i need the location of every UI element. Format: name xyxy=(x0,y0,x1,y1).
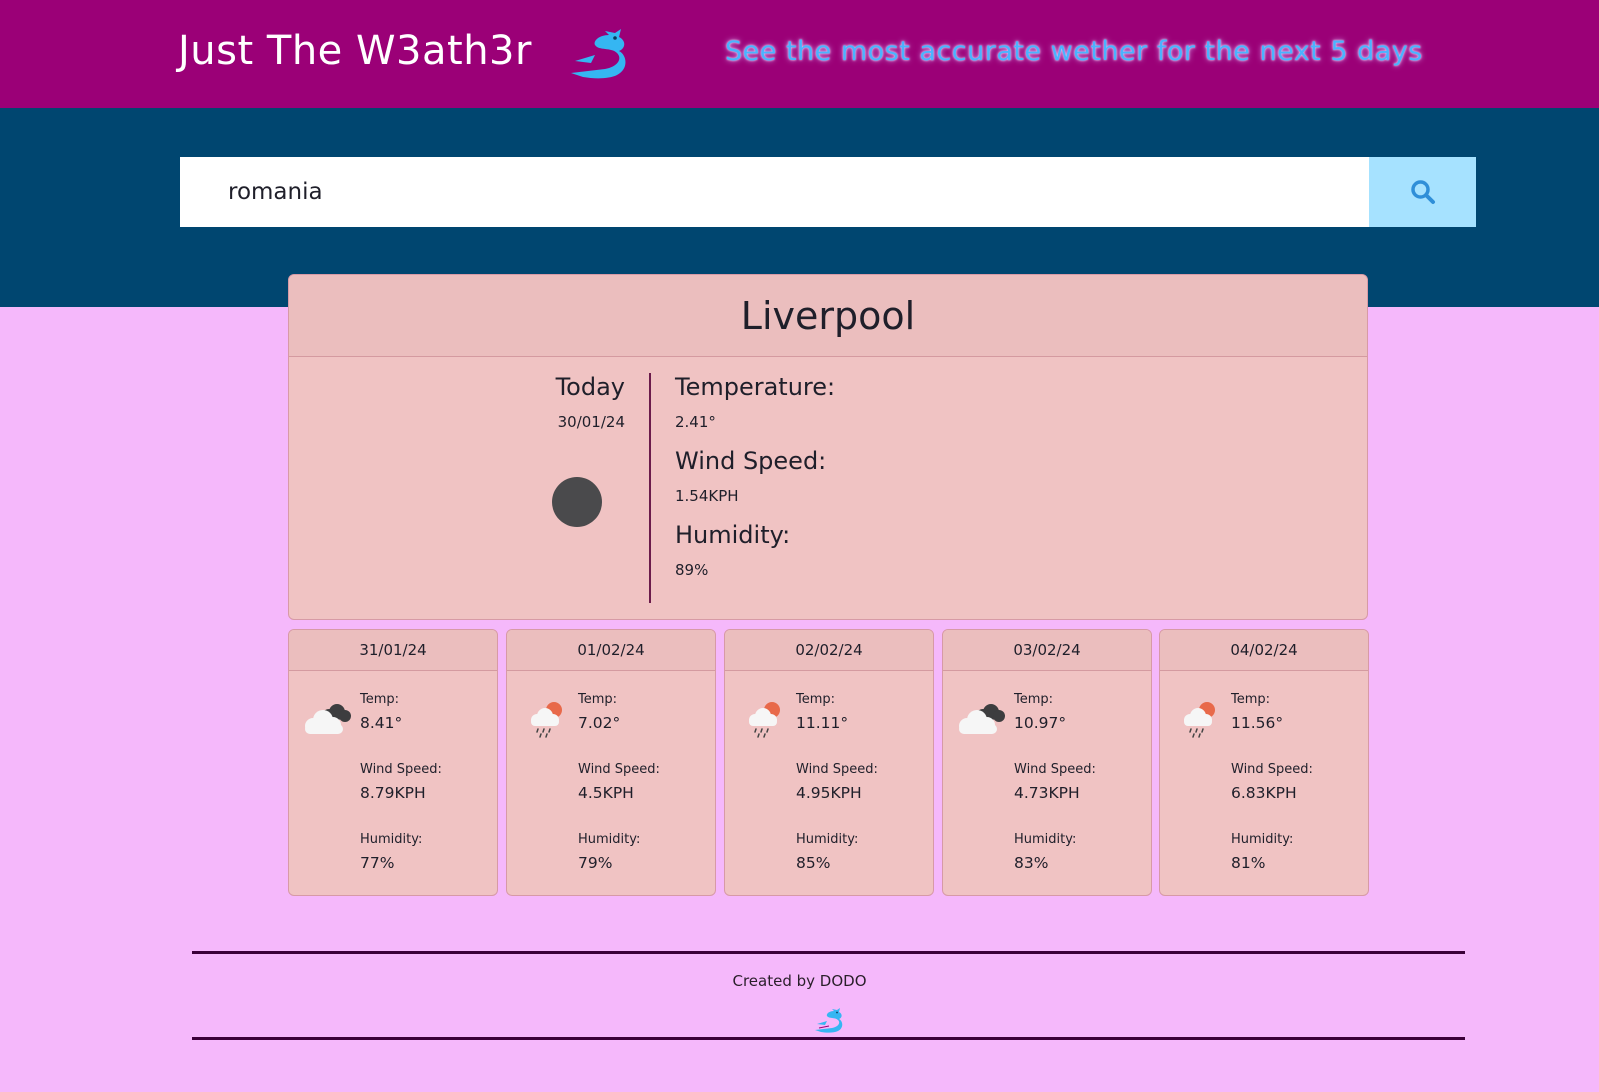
forecast-card: 03/02/24 Temp: 10.97° Wind Speed: 4.73KP… xyxy=(942,629,1152,896)
humidity-label: Humidity: xyxy=(675,521,791,549)
forecast-card: 02/02/24 Temp: 11.11° Wind Speed: 4.95KP… xyxy=(724,629,934,896)
forecast-date: 31/01/24 xyxy=(289,630,497,671)
forecast-date: 01/02/24 xyxy=(507,630,715,671)
search-icon xyxy=(1410,180,1435,204)
forecast-temp-label: Temp: xyxy=(796,692,836,707)
dragon-logo-icon xyxy=(570,28,627,80)
forecast-temp-label: Temp: xyxy=(578,692,618,707)
rain-sun-icon xyxy=(530,701,563,738)
forecast-humidity-label: Humidity: xyxy=(796,832,859,847)
forecast-wind-label: Wind Speed: xyxy=(1231,762,1313,777)
forecast-temp-label: Temp: xyxy=(360,692,400,707)
forecast-humidity: 83% xyxy=(1014,854,1049,872)
today-summary: Today 30/01/24 xyxy=(289,357,649,619)
forecast-wind: 6.83KPH xyxy=(1231,784,1297,802)
footer-credit: Created by DODO xyxy=(732,972,867,990)
temperature-value: 2.41° xyxy=(675,413,716,431)
forecast-temp-label: Temp: xyxy=(1014,692,1054,707)
humidity-value: 89% xyxy=(675,561,709,579)
today-label: Today xyxy=(555,373,625,401)
forecast-wind: 4.5KPH xyxy=(578,784,634,802)
cloudy-icon xyxy=(959,704,1005,734)
forecast-temp: 11.11° xyxy=(796,714,849,732)
top-bar: Just The W3ath3r See the most accurate w… xyxy=(0,0,1599,108)
forecast-card: 04/02/24 Temp: 11.56° Wind Speed: 6.83KP… xyxy=(1159,629,1369,896)
cloudy-icon xyxy=(305,704,351,734)
forecast-wind: 8.79KPH xyxy=(360,784,426,802)
forecast-temp-label: Temp: xyxy=(1231,692,1271,707)
forecast-wind-label: Wind Speed: xyxy=(796,762,878,777)
forecast-humidity: 81% xyxy=(1231,854,1266,872)
forecast-humidity: 77% xyxy=(360,854,395,872)
forecast-card: 31/01/24 Temp: 8.41° Wind Speed: 8.79KPH… xyxy=(288,629,498,896)
forecast-date: 04/02/24 xyxy=(1160,630,1368,671)
rain-sun-icon xyxy=(748,701,781,738)
wind-label: Wind Speed: xyxy=(675,447,827,475)
moon-icon xyxy=(552,477,602,527)
wind-value: 1.54KPH xyxy=(675,487,739,505)
forecast-humidity: 79% xyxy=(578,854,613,872)
forecast-humidity: 85% xyxy=(796,854,831,872)
city-name: Liverpool xyxy=(289,275,1367,357)
dragon-logo-icon xyxy=(814,1007,843,1034)
forecast-wind: 4.73KPH xyxy=(1014,784,1080,802)
today-stats: Temperature: 2.41° Wind Speed: 1.54KPH H… xyxy=(675,357,835,579)
today-date: 30/01/24 xyxy=(557,413,625,431)
forecast-humidity-label: Humidity: xyxy=(1014,832,1077,847)
search-input[interactable] xyxy=(180,157,1369,227)
forecast-temp: 10.97° xyxy=(1014,714,1067,732)
site-title: Just The W3ath3r xyxy=(178,28,532,74)
rain-sun-icon xyxy=(1183,701,1216,738)
forecast-humidity-label: Humidity: xyxy=(360,832,423,847)
temperature-label: Temperature: xyxy=(675,373,836,401)
forecast-wind-label: Wind Speed: xyxy=(578,762,660,777)
forecast-temp: 11.56° xyxy=(1231,714,1284,732)
forecast-date: 02/02/24 xyxy=(725,630,933,671)
tagline: See the most accurate wether for the nex… xyxy=(725,36,1423,67)
forecast-wind-label: Wind Speed: xyxy=(1014,762,1096,777)
forecast-wind: 4.95KPH xyxy=(796,784,862,802)
forecast-temp: 8.41° xyxy=(360,714,403,732)
footer-top-rule xyxy=(192,951,1465,954)
forecast-card: 01/02/24 Temp: 7.02° Wind Speed: 4.5KPH … xyxy=(506,629,716,896)
footer-bottom-rule xyxy=(192,1037,1465,1040)
today-card: Liverpool Today 30/01/24 Temperature: 2.… xyxy=(288,274,1368,620)
forecast-date: 03/02/24 xyxy=(943,630,1151,671)
forecast-humidity-label: Humidity: xyxy=(1231,832,1294,847)
forecast-humidity-label: Humidity: xyxy=(578,832,641,847)
forecast-wind-label: Wind Speed: xyxy=(360,762,442,777)
vertical-divider xyxy=(649,373,651,603)
search-button[interactable] xyxy=(1369,157,1476,227)
forecast-temp: 7.02° xyxy=(578,714,621,732)
